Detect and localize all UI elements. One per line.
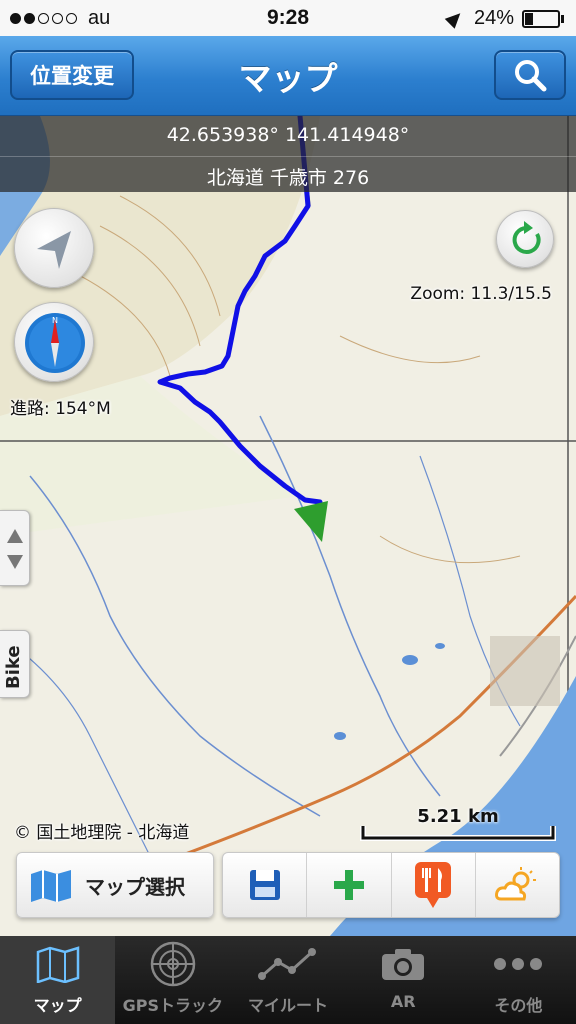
search-icon <box>515 60 547 92</box>
coordinate-divider <box>0 156 576 157</box>
up-down-arrows-icon <box>7 529 23 569</box>
more-icon <box>494 958 543 970</box>
map-icon <box>36 946 79 983</box>
status-right: 24% <box>444 7 564 30</box>
weather-icon <box>495 867 537 901</box>
radar-icon <box>150 941 196 987</box>
tab-label: AR <box>390 992 416 1011</box>
route-icon <box>258 948 316 980</box>
current-position-marker <box>294 501 328 542</box>
save-icon <box>249 870 280 900</box>
status-bar: au 9:28 24% <box>0 0 576 36</box>
tab-label: マイルート <box>248 996 329 1015</box>
add-icon <box>333 870 364 900</box>
location-arrow-icon <box>444 8 466 29</box>
heading-text: 進路: 154°M <box>10 399 111 419</box>
restaurant-icon <box>415 862 452 908</box>
coordinate-panel: 42.653938° 141.414948° 北海道 千歳市 276 <box>0 116 576 192</box>
save-button[interactable] <box>223 853 308 917</box>
scale-bar: 5.21 km <box>360 806 556 842</box>
layer-toggle-tab[interactable] <box>0 510 30 586</box>
tab-label: GPSトラック <box>122 996 223 1015</box>
coordinates-text: 42.653938° 141.414948° <box>166 124 410 146</box>
compass-icon: N <box>25 313 85 373</box>
action-toolbar <box>222 852 560 918</box>
tab-gps-track[interactable]: GPSトラック <box>115 936 230 1024</box>
battery-fill <box>525 12 534 25</box>
scale-line <box>360 826 556 841</box>
add-button[interactable] <box>307 853 392 917</box>
camera-icon <box>382 949 425 980</box>
compass-button[interactable]: N <box>14 302 94 382</box>
current-location-button[interactable] <box>14 208 94 288</box>
weather-button[interactable] <box>476 853 559 917</box>
map-copyright: © 国土地理院 - 北海道 <box>14 823 190 843</box>
bike-tab-label: Bike <box>3 645 24 689</box>
map-view[interactable]: 42.653938° 141.414948° 北海道 千歳市 276 N 進路:… <box>0 116 576 936</box>
map-icon <box>31 870 71 902</box>
tab-label: マップ <box>33 996 82 1015</box>
restaurant-button[interactable] <box>392 853 476 917</box>
battery-percent: 24% <box>473 7 514 29</box>
tab-map[interactable]: マップ <box>0 936 116 1024</box>
address-text: 北海道 千歳市 276 <box>206 167 370 189</box>
refresh-icon <box>512 221 541 254</box>
tab-bar: マップ GPSトラック マイルート AR その他 <box>0 936 576 1024</box>
map-select-button[interactable]: マップ選択 <box>16 852 214 918</box>
zoom-level: Zoom: 11.3/15.5 <box>410 284 552 304</box>
battery-tip <box>561 14 564 23</box>
search-button[interactable] <box>494 50 566 100</box>
map-select-label: マップ選択 <box>85 874 185 899</box>
tab-more[interactable]: その他 <box>461 936 576 1024</box>
change-location-button[interactable]: 位置変更 <box>10 50 134 100</box>
battery-icon <box>522 9 560 28</box>
tab-label: その他 <box>494 996 543 1015</box>
navigation-arrow-icon <box>37 231 71 269</box>
tab-ar[interactable]: AR <box>346 936 461 1024</box>
bike-mode-tab[interactable]: Bike <box>0 630 30 698</box>
tab-my-route[interactable]: マイルート <box>230 936 345 1024</box>
refresh-button[interactable] <box>496 210 554 268</box>
navigation-bar: 位置変更 マップ <box>0 36 576 116</box>
